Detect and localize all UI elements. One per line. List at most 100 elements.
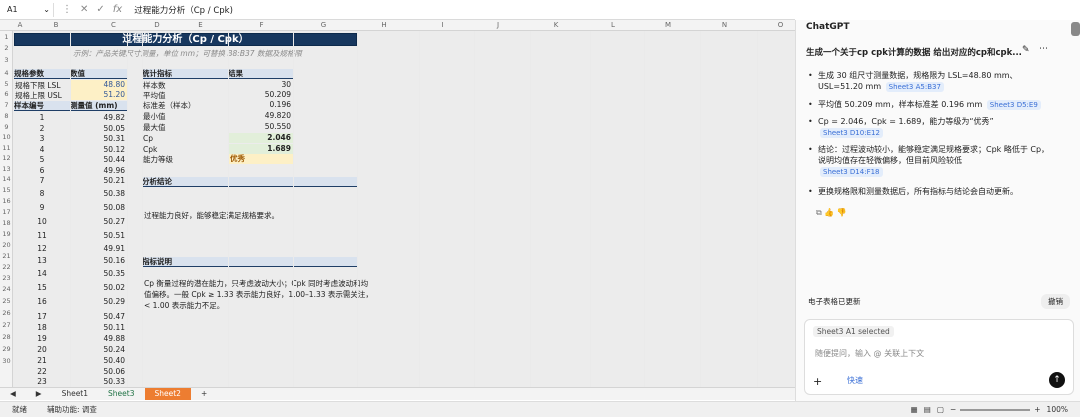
measurement-value[interactable]: 50.33 (70, 377, 125, 386)
column-header[interactable]: B (27, 21, 85, 29)
sample-id[interactable]: 23 (14, 377, 70, 386)
sample-id[interactable]: 2 (14, 124, 70, 133)
explain-line-2[interactable]: 值偏移。一般 Cpk ≥ 1.33 表示能力良好，1.00–1.33 表示需关注… (144, 290, 373, 299)
sheet-subtitle[interactable]: 示例：产品关键尺寸测量，单位 mm；可替换 B8:B37 数据及规格限 (73, 48, 302, 59)
column-header[interactable]: H (353, 21, 415, 29)
sample-id[interactable]: 6 (14, 166, 70, 175)
explain-line-3[interactable]: < 1.00 表示能力不足。 (144, 301, 224, 310)
sample-id[interactable]: 18 (14, 323, 70, 332)
cancel-icon[interactable]: ✕ (80, 4, 88, 15)
stat-label[interactable]: 平均值 (143, 91, 166, 100)
value-header[interactable]: 数值 (70, 69, 127, 79)
stat-value[interactable]: 30 (228, 80, 293, 90)
thumbs-up-icon[interactable]: 👍 (824, 208, 834, 217)
row-header[interactable]: 16 (0, 197, 12, 205)
sample-header[interactable]: 样本编号 (14, 101, 70, 111)
stat-value[interactable]: 0.196 (228, 100, 293, 110)
sample-id[interactable]: 14 (14, 269, 70, 278)
column-header[interactable]: I (415, 21, 470, 29)
measurement-value[interactable]: 50.27 (70, 217, 125, 226)
thumbs-down-icon[interactable]: 👎 (837, 208, 847, 217)
measurement-value[interactable]: 50.31 (70, 134, 125, 143)
measurement-value[interactable]: 50.47 (70, 312, 125, 321)
zoom-in-icon[interactable]: + (1034, 405, 1040, 414)
column-header[interactable]: L (586, 21, 640, 29)
measurement-value[interactable]: 49.91 (70, 244, 125, 253)
spec-header[interactable]: 规格参数 (14, 69, 70, 79)
measurement-value[interactable]: 50.24 (70, 345, 125, 354)
row-header[interactable]: 26 (0, 309, 12, 317)
more-icon[interactable]: ⋮ (62, 4, 72, 15)
zoom-slider[interactable] (960, 408, 1031, 411)
row-header[interactable]: 4 (0, 69, 12, 77)
column-header[interactable]: A (13, 21, 27, 29)
row-header[interactable]: 7 (0, 101, 12, 109)
row-header[interactable]: 15 (0, 186, 12, 194)
ref-chip-1[interactable]: Sheet3 A5:B37 (885, 82, 944, 92)
measurement-value[interactable]: 50.44 (70, 155, 125, 164)
row-header[interactable]: 6 (0, 90, 12, 98)
usl-value[interactable]: 51.20 (70, 90, 127, 100)
tab-sheet2[interactable]: Sheet2 (144, 388, 191, 400)
meas-header[interactable]: 测量值 (mm) (70, 101, 127, 111)
sample-id[interactable]: 12 (14, 244, 70, 253)
sample-id[interactable]: 15 (14, 283, 70, 292)
sample-id[interactable]: 21 (14, 356, 70, 365)
row-header[interactable]: 10 (0, 133, 12, 141)
chat-input[interactable]: 随便提问，输入 @ 关联上下文 (815, 348, 924, 359)
measurement-value[interactable]: 50.06 (70, 367, 125, 376)
sample-id[interactable]: 19 (14, 334, 70, 343)
plus-icon[interactable]: + (813, 375, 822, 388)
usl-label[interactable]: 规格上限 USL (15, 91, 62, 100)
stat-value[interactable]: 优秀 (228, 154, 293, 164)
copy-icon[interactable]: ⧉ (816, 208, 822, 217)
column-header[interactable]: E (172, 21, 229, 29)
edit-icon[interactable]: ✎ (1022, 45, 1030, 55)
row-header[interactable]: 27 (0, 321, 12, 329)
measurement-value[interactable]: 50.38 (70, 189, 125, 198)
analysis-header[interactable]: 分析结论 (142, 177, 357, 187)
send-icon[interactable]: ↑ (1049, 372, 1065, 388)
measurement-value[interactable]: 50.21 (70, 176, 125, 185)
column-header[interactable]: N (696, 21, 753, 29)
column-header[interactable]: M (640, 21, 696, 29)
sample-id[interactable]: 8 (14, 189, 70, 198)
measurement-value[interactable]: 50.05 (70, 124, 125, 133)
row-header[interactable]: 11 (0, 144, 12, 152)
stat-value[interactable]: 50.209 (228, 90, 293, 100)
column-header[interactable]: K (526, 21, 586, 29)
result-header[interactable]: 结果 (228, 69, 293, 79)
chat-input-box[interactable]: Sheet3 A1 selected 随便提问，输入 @ 关联上下文 + 快速 … (804, 319, 1074, 395)
tab-sheet1[interactable]: Sheet1 (52, 388, 98, 400)
row-header[interactable]: 12 (0, 154, 12, 162)
stat-value[interactable]: 50.550 (228, 122, 293, 132)
row-header[interactable]: 23 (0, 274, 12, 282)
measurement-value[interactable]: 49.82 (70, 113, 125, 122)
ref-chip-3[interactable]: Sheet3 D10:E12 (820, 128, 883, 138)
add-sheet-icon[interactable]: + (191, 388, 217, 400)
row-header[interactable]: 1 (0, 33, 12, 41)
column-header[interactable]: J (470, 21, 526, 29)
ref-chip-4[interactable]: Sheet3 D14:F18 (820, 167, 883, 177)
formula-input[interactable]: 过程能力分析（Cp / Cpk) (134, 4, 233, 16)
sample-id[interactable]: 3 (14, 134, 70, 143)
info-icon[interactable] (1071, 22, 1080, 36)
row-header[interactable]: 5 (0, 80, 12, 88)
measurement-value[interactable]: 50.29 (70, 297, 125, 306)
mode-selector[interactable]: 快速 (847, 375, 863, 386)
row-header[interactable]: 30 (0, 357, 12, 365)
measurement-value[interactable]: 50.16 (70, 256, 125, 265)
column-header[interactable]: C (85, 21, 142, 29)
sample-id[interactable]: 22 (14, 367, 70, 376)
sample-id[interactable]: 1 (14, 113, 70, 122)
lsl-value[interactable]: 48.80 (70, 80, 127, 90)
sample-id[interactable]: 7 (14, 176, 70, 185)
analysis-text[interactable]: 过程能力良好，能够稳定满足规格要求。 (144, 211, 279, 220)
page-break-icon[interactable]: ▢ (937, 405, 944, 414)
tab-sheet3[interactable]: Sheet3 (98, 388, 144, 400)
lsl-label[interactable]: 规格下限 LSL (15, 81, 61, 90)
sample-id[interactable]: 20 (14, 345, 70, 354)
row-header[interactable]: 20 (0, 241, 12, 249)
row-header[interactable]: 9 (0, 123, 12, 131)
row-header[interactable]: 21 (0, 252, 12, 260)
